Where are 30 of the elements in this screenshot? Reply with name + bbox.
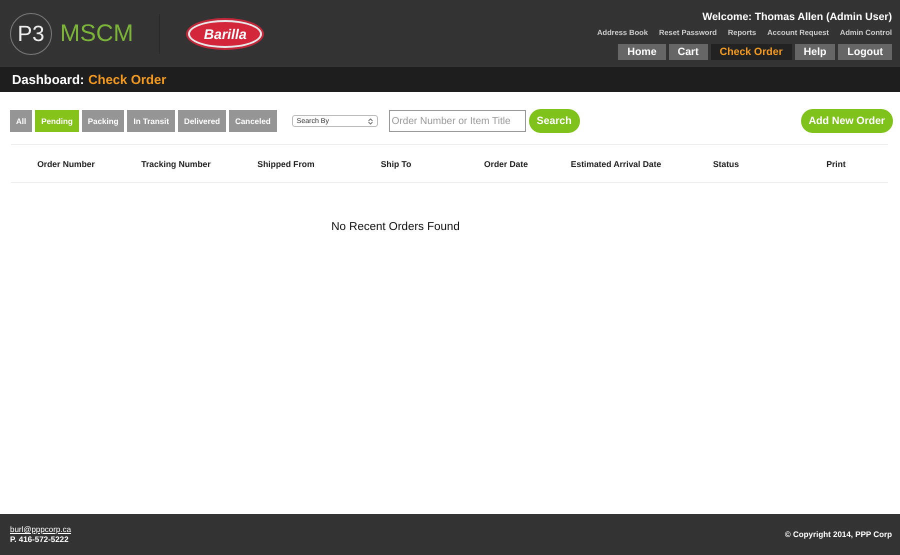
column-header: Ship To — [380, 158, 412, 168]
nav-tab[interactable]: Home — [618, 44, 666, 60]
brand-logo: Barilla — [188, 20, 262, 48]
status-filter-tab[interactable]: Delivered — [178, 110, 226, 132]
phone-text: P. 416-572-5222 — [10, 535, 70, 544]
column-header: Status — [712, 158, 740, 168]
nav-tab[interactable]: Logout — [838, 44, 892, 60]
search-field[interactable]: Order Number or Item Title — [388, 110, 526, 132]
nav-tab[interactable]: Cart — [668, 44, 708, 60]
chevron-icon — [368, 118, 373, 124]
logo-mark: P3 — [10, 12, 52, 54]
welcome-text: Welcome: Thomas Allen (Admin User) — [702, 11, 892, 23]
breadcrumb-current: Check Order — [88, 72, 166, 87]
column-header: Estimated Arrival Date — [570, 158, 662, 168]
email-link[interactable]: burl@pppcorp.ca — [10, 525, 72, 534]
status-filter-tab[interactable]: All — [10, 110, 32, 132]
empty-message: No Recent Orders Found — [331, 221, 460, 233]
copyright-text: © Copyright 2014, PPP Corp — [784, 530, 892, 539]
nav-tab[interactable]: Help — [794, 44, 836, 60]
column-header: Shipped From — [256, 158, 316, 168]
column-header: Order Date — [483, 158, 529, 168]
status-filter-tab[interactable]: Canceled — [229, 110, 277, 132]
nav-tab[interactable]: Check Order — [710, 44, 792, 60]
column-header: Order Number — [36, 158, 96, 168]
app-name: MSCM — [60, 20, 134, 48]
status-filter-tab[interactable]: In Transit — [127, 110, 176, 132]
status-filter-tab[interactable]: Packing — [82, 110, 124, 132]
column-header: Tracking Number — [140, 158, 212, 168]
column-header: Print — [825, 158, 847, 168]
breadcrumb-label: Dashboard: — [12, 72, 84, 87]
